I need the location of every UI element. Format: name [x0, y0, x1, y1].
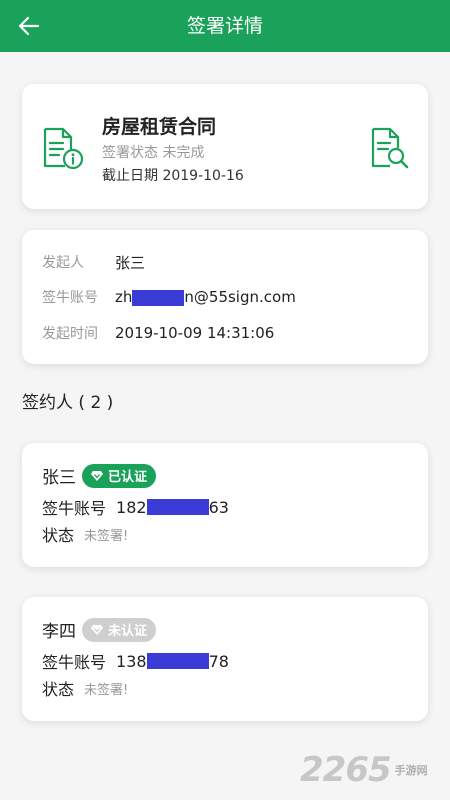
signer-status-row: 状态 未签署! — [42, 676, 128, 700]
document-status: 签署状态 未完成 — [102, 145, 205, 161]
signer-name-row: 张三 已认证 — [42, 463, 157, 488]
account-prefix: zh — [115, 288, 133, 306]
verified-badge: 已认证 — [82, 463, 157, 488]
signer-name: 李四 — [42, 622, 76, 642]
signer-card[interactable]: 张三 已认证 签牛账号 182 63 状态 未签署! — [22, 443, 428, 567]
diamond-icon — [91, 624, 103, 635]
signer-status-label: 状态 — [42, 526, 75, 545]
redaction-block — [146, 499, 209, 515]
time-label: 发起时间 — [42, 326, 98, 342]
badge-label: 已认证 — [108, 470, 148, 485]
initiator-row: 发起人 张三 — [42, 251, 145, 273]
unverified-badge: 未认证 — [82, 617, 157, 642]
badge-label: 未认证 — [108, 624, 148, 639]
signer-status-value: 未签署! — [84, 682, 129, 698]
account-value: zh n@55sign.com — [115, 288, 296, 306]
time-row: 发起时间 2019-10-09 14:31:06 — [42, 322, 274, 344]
signer-name-row: 李四 未认证 — [42, 617, 157, 642]
signer-status-value: 未签署! — [84, 528, 129, 544]
signer-account-prefix: 182 — [116, 497, 147, 517]
document-title: 房屋租赁合同 — [102, 116, 217, 138]
document-card[interactable]: 房屋租赁合同 签署状态 未完成 截止日期 2019-10-16 — [22, 84, 428, 209]
signer-account-prefix: 138 — [116, 651, 147, 671]
signer-card[interactable]: 李四 未认证 签牛账号 138 78 状态 未签署! — [22, 597, 428, 721]
initiator-info-card: 发起人 张三 签牛账号 zh n@55sign.com 发起时间 2019-10-… — [22, 230, 428, 364]
signer-account-suffix: 63 — [208, 497, 229, 517]
top-bar: 签署详情 — [0, 0, 450, 52]
signer-account-row: 签牛账号 138 78 — [42, 649, 229, 673]
document-deadline: 截止日期 2019-10-16 — [102, 168, 244, 184]
signer-status-label: 状态 — [42, 680, 75, 699]
redaction-block — [132, 289, 185, 306]
document-info-icon — [43, 127, 84, 170]
signer-account-row: 签牛账号 182 63 — [42, 495, 229, 519]
diamond-icon — [91, 470, 103, 481]
watermark-number: 2265 — [300, 750, 392, 790]
signer-account-label: 签牛账号 — [42, 499, 107, 518]
account-row: 签牛账号 zh n@55sign.com — [42, 286, 296, 308]
signer-status-row: 状态 未签署! — [42, 522, 128, 546]
site-watermark: 2265 手游网 — [300, 750, 450, 790]
signers-heading: 签约人 ( 2 ) — [22, 393, 114, 413]
signer-name: 张三 — [42, 468, 76, 488]
document-search-icon[interactable] — [370, 126, 410, 170]
account-label: 签牛账号 — [42, 290, 98, 306]
page-title: 签署详情 — [186, 15, 263, 37]
initiator-value: 张三 — [115, 253, 146, 272]
initiator-label: 发起人 — [42, 255, 84, 271]
watermark-site: 手游网 — [394, 764, 428, 777]
redaction-block — [146, 653, 209, 669]
signer-account-label: 签牛账号 — [42, 653, 107, 672]
time-value: 2019-10-09 14:31:06 — [115, 324, 275, 342]
account-suffix: n@55sign.com — [184, 288, 296, 306]
signer-account-suffix: 78 — [208, 651, 229, 671]
